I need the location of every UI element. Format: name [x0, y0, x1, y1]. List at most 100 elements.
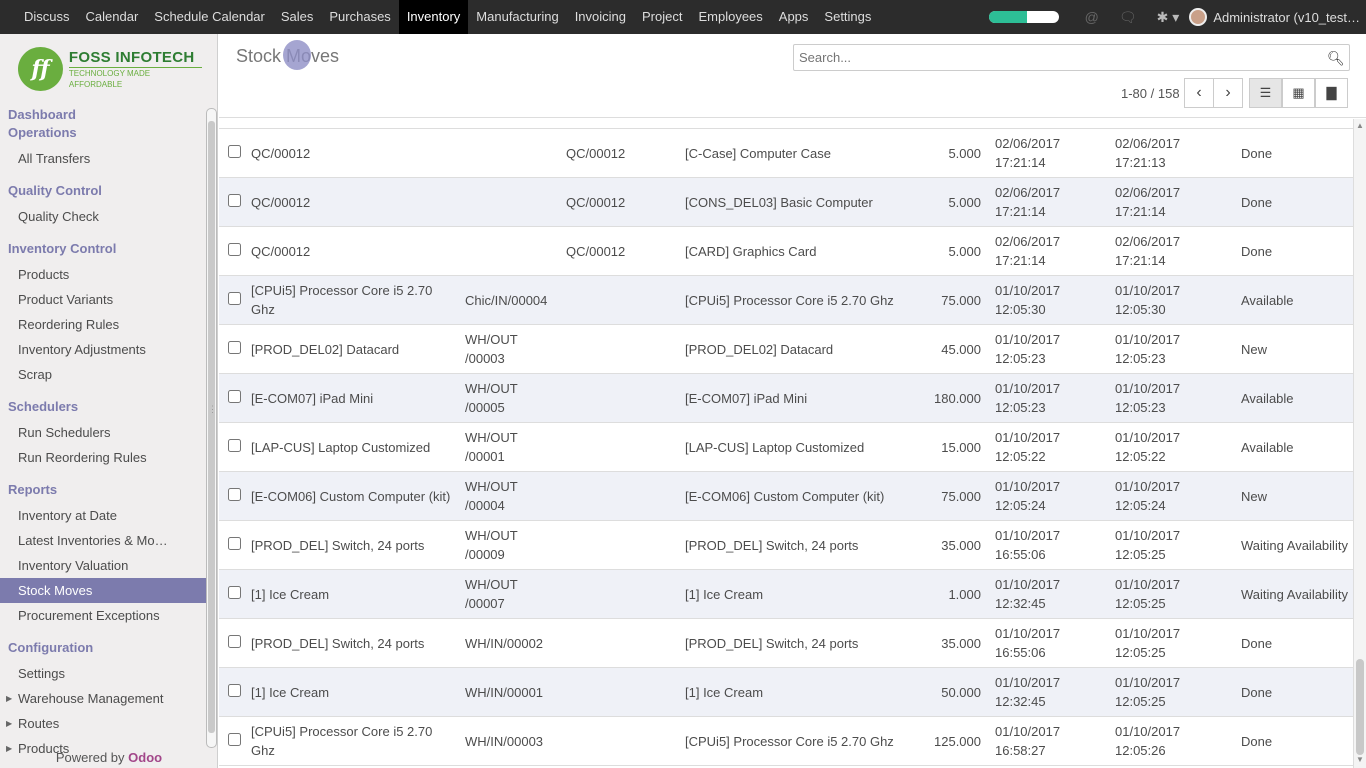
sidebar-item-label: Procurement Exceptions — [18, 608, 160, 623]
row-checkbox[interactable] — [228, 683, 241, 697]
cell-date: 01/10/2017 12:05:25 — [1111, 520, 1235, 570]
sidebar-item-settings[interactable]: Settings — [0, 661, 206, 686]
cell-ref: [CPUi5] Processor Core i5 2.70 Ghz — [247, 275, 461, 325]
row-checkbox[interactable] — [228, 634, 241, 648]
row-checkbox[interactable] — [228, 585, 241, 599]
row-checkbox[interactable] — [228, 487, 241, 501]
table-row[interactable]: [1] Ice Cream WH/IN/00001 [1] Ice Cream 50.… — [219, 667, 1353, 717]
sidebar-item-run-reordering-rules[interactable]: Run Reordering Rules — [0, 445, 206, 470]
list-view-button[interactable]: ☰ — [1249, 78, 1282, 108]
at-icon[interactable]: @ — [1085, 9, 1099, 25]
pivot-view-button[interactable]: ▦ — [1282, 78, 1315, 108]
app-menu-employees[interactable]: Employees — [690, 0, 770, 34]
sidebar-item-product-variants[interactable]: Product Variants — [0, 287, 206, 312]
sidebar-resize-handle[interactable]: ⋮ — [208, 404, 217, 415]
row-select-cell — [219, 667, 247, 717]
chevron-right-icon: › — [1225, 84, 1231, 101]
sidebar-section-inventory-control[interactable]: Inventory Control — [0, 240, 206, 258]
row-checkbox[interactable] — [228, 242, 241, 256]
graph-view-button[interactable]: ▇ — [1315, 78, 1348, 108]
sidebar-item-stock-moves[interactable]: Stock Moves — [0, 578, 206, 603]
odoo-link[interactable]: Odoo — [128, 750, 162, 765]
sidebar-item-procurement-exceptions[interactable]: Procurement Exceptions — [0, 603, 206, 628]
sidebar-item-run-schedulers[interactable]: Run Schedulers — [0, 420, 206, 445]
table-row[interactable]: [E-COM06] Custom Computer (kit) WH/OUT /0… — [219, 471, 1353, 521]
sidebar-item-scrap[interactable]: Scrap — [0, 362, 206, 387]
chat-icon[interactable]: 🗨 — [1119, 9, 1137, 26]
row-checkbox[interactable] — [228, 144, 241, 158]
sidebar-section-quality-control[interactable]: Quality Control — [0, 182, 206, 200]
table-row[interactable]: QC/00012 QC/00012 [C-Case] Computer Case 5.… — [219, 129, 1353, 178]
scroll-down-icon[interactable]: ▼ — [1356, 755, 1364, 764]
sidebar-section-schedulers[interactable]: Schedulers — [0, 398, 206, 416]
row-select-cell — [219, 471, 247, 521]
sidebar-item-products[interactable]: Products — [0, 262, 206, 287]
table-row[interactable]: [PROD_DEL02] Datacard WH/OUT /00003 [PROD_… — [219, 324, 1353, 374]
sidebar-item-inventory-at-date[interactable]: Inventory at Date — [0, 503, 206, 528]
cell-qty: 45.000 — [915, 324, 985, 374]
sidebar-item-reordering-rules[interactable]: Reordering Rules — [0, 312, 206, 337]
row-checkbox[interactable] — [228, 340, 241, 354]
row-checkbox[interactable] — [228, 732, 241, 746]
search-icon[interactable]: 🔍︎ — [1327, 50, 1345, 67]
table-row[interactable]: [CPUi5] Processor Core i5 2.70 Ghz WH/IN/… — [219, 716, 1353, 766]
cell-origin — [562, 324, 681, 374]
app-menu-discuss[interactable]: Discuss — [16, 0, 78, 34]
row-checkbox[interactable] — [228, 536, 241, 550]
row-select-cell — [219, 716, 247, 766]
list-scroll-thumb[interactable] — [1356, 659, 1364, 755]
app-menu-settings[interactable]: Settings — [816, 0, 879, 34]
sidebar-scrollbar[interactable] — [206, 108, 217, 748]
list-scrollbar[interactable]: ▲ ▼ — [1353, 119, 1366, 768]
row-checkbox[interactable] — [228, 438, 241, 452]
scroll-up-icon[interactable]: ▲ — [1356, 121, 1364, 130]
sidebar-item-label: Products — [18, 267, 70, 282]
table-row[interactable]: [CPUi5] Processor Core i5 2.70 Ghz Chic/I… — [219, 275, 1353, 325]
table-row[interactable]: [E-COM07] iPad Mini WH/OUT /00005 [E-COM07… — [219, 373, 1353, 423]
cell-ref: [PROD_DEL] Switch, 24 ports — [247, 618, 461, 668]
row-checkbox[interactable] — [228, 389, 241, 403]
cell-date-expected: 01/10/2017 16:58:27 — [985, 716, 1111, 766]
row-checkbox[interactable] — [228, 193, 241, 207]
sidebar-item-routes[interactable]: ▶ Routes — [0, 711, 206, 736]
cell-date-expected: 01/10/2017 12:05:22 — [985, 422, 1111, 472]
app-menu-project[interactable]: Project — [634, 0, 690, 34]
sidebar-item-quality-check[interactable]: Quality Check — [0, 204, 206, 229]
pager-next-button[interactable]: › — [1213, 78, 1243, 108]
app-menu-purchases[interactable]: Purchases — [321, 0, 398, 34]
cell-ref: [E-COM06] Custom Computer (kit) — [247, 471, 461, 521]
sidebar-item-warehouse-management[interactable]: ▶ Warehouse Management — [0, 686, 206, 711]
app-menu-manufacturing[interactable]: Manufacturing — [468, 0, 566, 34]
sidebar-section-reports[interactable]: Reports — [0, 481, 206, 499]
search-input[interactable] — [793, 44, 1350, 71]
pager-value[interactable]: 1-80 / 158 — [1121, 86, 1180, 101]
app-menu-invoicing[interactable]: Invoicing — [567, 0, 634, 34]
company-logo[interactable]: ff FOSS INFOTECH TECHNOLOGY MADE AFFORDA… — [18, 46, 202, 92]
app-menu-apps[interactable]: Apps — [771, 0, 817, 34]
sidebar-scroll-thumb[interactable] — [208, 121, 215, 733]
row-select-cell — [219, 618, 247, 668]
sidebar-item-all-transfers[interactable]: All Transfers — [0, 146, 206, 171]
cell-origin: QC/00012 — [562, 177, 681, 227]
sidebar-item-inventory-adjustments[interactable]: Inventory Adjustments — [0, 337, 206, 362]
app-menu-inventory[interactable]: Inventory — [398, 0, 469, 34]
sidebar-menu: Dashboard Operations All Transfers Quality… — [0, 106, 206, 761]
table-row[interactable]: [LAP-CUS] Laptop Customized WH/OUT /00001… — [219, 422, 1353, 472]
cell-product: [PROD_DEL02] Datacard — [681, 324, 915, 374]
pager-previous-button[interactable]: ‹ — [1184, 78, 1214, 108]
table-row[interactable]: [1] Ice Cream WH/OUT /00007 [1] Ice Cream 1… — [219, 569, 1353, 619]
app-menu-sales[interactable]: Sales — [273, 0, 322, 34]
app-menu-calendar[interactable]: Calendar — [78, 0, 147, 34]
table-row[interactable]: QC/00012 QC/00012 [CONS_DEL03] Basic Compu… — [219, 177, 1353, 227]
user-menu[interactable]: Administrator (v10_test… — [1189, 8, 1366, 26]
sidebar-item-latest-inventories-mo-[interactable]: Latest Inventories & Mo… — [0, 528, 206, 553]
table-row[interactable]: [PROD_DEL] Switch, 24 ports WH/IN/00002 [P… — [219, 618, 1353, 668]
sidebar-item-inventory-valuation[interactable]: Inventory Valuation — [0, 553, 206, 578]
sidebar-section-dashboard-operations[interactable]: Dashboard Operations — [0, 106, 90, 142]
app-menu-schedule-calendar[interactable]: Schedule Calendar — [146, 0, 273, 34]
row-checkbox[interactable] — [228, 291, 241, 305]
table-row[interactable]: [PROD_DEL] Switch, 24 ports WH/OUT /00009… — [219, 520, 1353, 570]
sidebar-section-configuration[interactable]: Configuration — [0, 639, 206, 657]
bug-icon[interactable]: ✱ ▾ — [1157, 9, 1180, 26]
table-row[interactable]: QC/00012 QC/00012 [CARD] Graphics Card 5.00… — [219, 226, 1353, 276]
